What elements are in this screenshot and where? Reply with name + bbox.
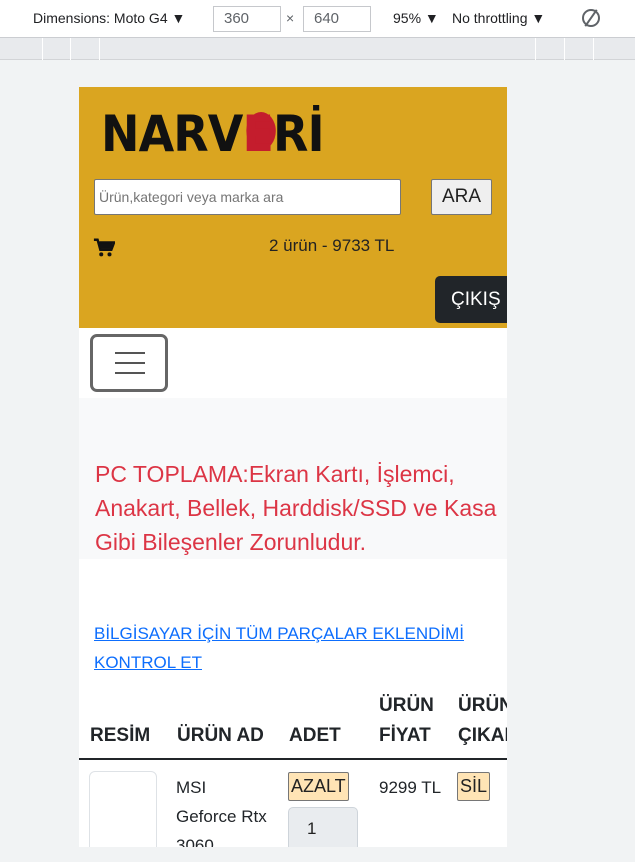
site-logo[interactable]: NARVERİ	[101, 102, 325, 166]
device-viewport: NARVERİ ARA 2 ürün - 9733 TL ÇIKIŞ PC TO…	[79, 87, 507, 847]
logout-button[interactable]: ÇIKIŞ	[435, 276, 507, 323]
required-parts-notice: PC TOPLAMA:Ekran Kartı, İşlemci, Anakart…	[95, 461, 497, 555]
notice-section: PC TOPLAMA:Ekran Kartı, İşlemci, Anakart…	[79, 398, 507, 559]
throttling-selector[interactable]: No throttling ▼	[452, 10, 545, 26]
product-price: 9299 TL	[379, 778, 442, 797]
column-price-line2: FİYAT	[379, 725, 431, 746]
column-remove-line2: ÇIKAR	[458, 725, 507, 746]
rotate-icon[interactable]	[582, 9, 600, 27]
cart-table-header: RESİM ÜRÜN AD ADET ÜRÜN FİYAT ÜRÜN ÇIKAR	[79, 687, 507, 760]
decrease-button[interactable]: AZALT	[288, 772, 349, 801]
device-width-input[interactable]: 360	[213, 6, 281, 32]
product-image	[89, 771, 157, 847]
search-button[interactable]: ARA	[431, 179, 492, 215]
hamburger-menu-icon[interactable]	[90, 334, 168, 392]
search-input[interactable]	[94, 179, 401, 215]
column-image: RESİM	[90, 725, 151, 746]
devtools-toolbar: Dimensions: Moto G4 ▼ 360 × 640 95% ▼ No…	[0, 0, 635, 38]
cart-icon[interactable]	[93, 237, 115, 259]
site-header: NARVERİ ARA 2 ürün - 9733 TL ÇIKIŞ	[79, 87, 507, 328]
column-price-line1: ÜRÜN	[379, 695, 434, 716]
column-qty: ADET	[289, 725, 341, 746]
column-remove-line1: ÜRÜN	[458, 695, 507, 716]
zoom-selector[interactable]: 95% ▼	[393, 10, 439, 26]
remove-button[interactable]: SİL	[457, 772, 491, 801]
device-height-input[interactable]: 640	[303, 6, 371, 32]
table-row: MSI Geforce Rtx 3060 AZALT 9299 TL SİL	[79, 762, 507, 847]
product-name: MSI Geforce Rtx 3060	[176, 778, 267, 847]
dimension-separator: ×	[286, 10, 295, 26]
quantity-field[interactable]	[288, 807, 358, 847]
column-name: ÜRÜN AD	[177, 725, 264, 746]
check-parts-link[interactable]: BİLGİSAYAR İÇİN TÜM PARÇALAR EKLENDİMİ K…	[94, 619, 504, 677]
cart-summary[interactable]: 2 ürün - 9733 TL	[269, 236, 394, 256]
media-query-ruler	[0, 38, 635, 60]
pomegranate-icon: E	[242, 102, 276, 166]
navbar	[79, 328, 507, 398]
device-selector[interactable]: Dimensions: Moto G4 ▼	[33, 10, 185, 26]
